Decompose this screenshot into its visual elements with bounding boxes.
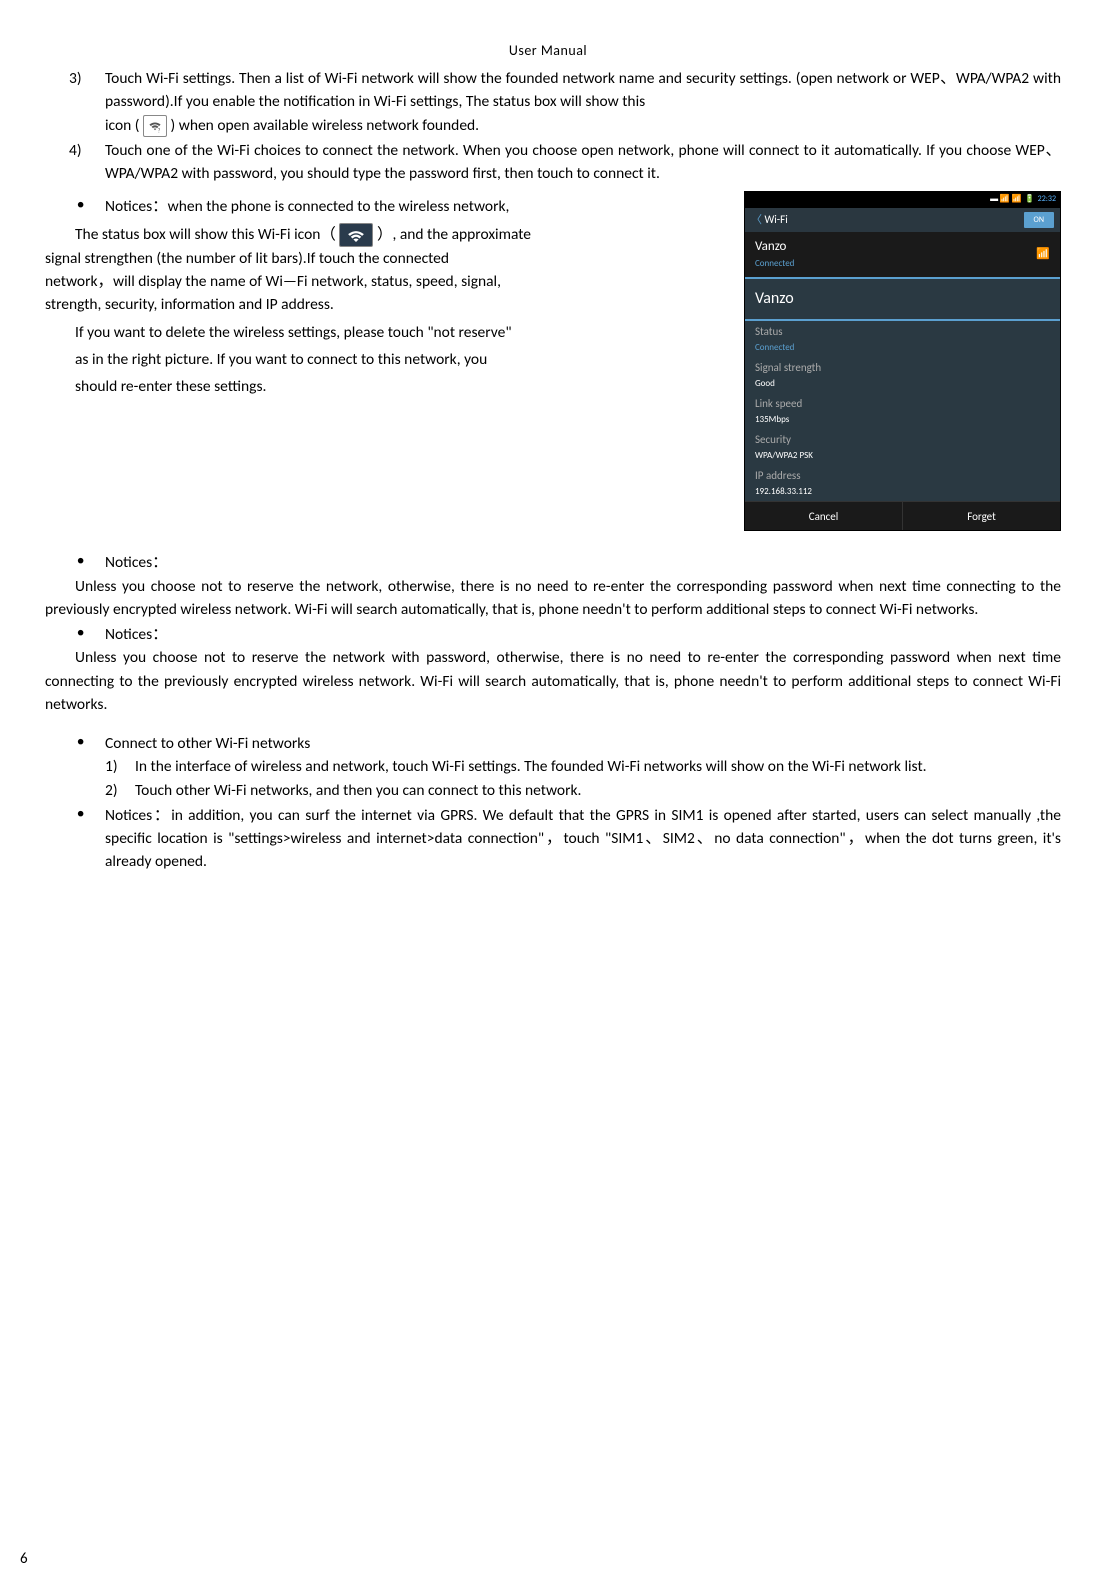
- ss-cancel-button[interactable]: Cancel: [745, 501, 902, 531]
- page-number: 6: [20, 1548, 28, 1571]
- connect-step-2: 2) Touch other Wi-Fi networks, and then …: [105, 779, 1061, 802]
- ss-link-row: Link speed 135Mbps: [745, 393, 1060, 429]
- p2: signal strengthen (the number of lit bar…: [45, 247, 736, 270]
- ss-popup: Vanzo Status Connected Signal strength G…: [745, 277, 1060, 531]
- ss-status-row: Status Connected: [745, 321, 1060, 357]
- svg-text:?: ?: [158, 127, 161, 133]
- signal-icon: ▬ 📶 📶: [990, 193, 1022, 207]
- step-3-cont: icon ( ? ) when open available wireless …: [105, 114, 1061, 137]
- connect-step-1: 1) In the interface of wireless and netw…: [105, 755, 1061, 778]
- ss-network-row[interactable]: Vanzo Connected 📶: [745, 232, 1060, 275]
- step-num: 4): [69, 139, 105, 186]
- ss-security-row: Security WPA/WPA2 PSK: [745, 429, 1060, 465]
- notice-3-bullet: ● Notices：: [77, 623, 1061, 646]
- wifi-open-icon: ?: [143, 115, 167, 137]
- p6: as in the right picture. If you want to …: [75, 348, 736, 371]
- step-text: Touch one of the Wi-Fi choices to connec…: [105, 139, 1061, 186]
- p7: should re-enter these settings.: [75, 375, 736, 398]
- ss-status-bar: ▬ 📶 📶 🔋 22:32: [745, 192, 1060, 208]
- p5: If you want to delete the wireless setti…: [75, 321, 736, 344]
- ss-time: 22:32: [1038, 193, 1056, 207]
- notice-1: ● Notices：when the phone is connected to…: [77, 195, 736, 218]
- step-text: Touch Wi-Fi settings. Then a list of Wi-…: [105, 67, 1061, 114]
- p3: network，will display the name of Wi—Fi n…: [45, 270, 736, 293]
- ss-wifi-header: 〈 Wi-Fi ON: [745, 208, 1060, 232]
- wifi-signal-icon: 📶: [1036, 246, 1050, 263]
- step-num: 3): [69, 67, 105, 114]
- ss-popup-title: Vanzo: [745, 277, 1060, 321]
- phone-screenshot: ▬ 📶 📶 🔋 22:32 〈 Wi-Fi ON Vanzo Connected…: [744, 191, 1061, 531]
- notice-4-bullet: ● Notices：in addition, you can surf the …: [77, 804, 1061, 874]
- bullet-icon: ●: [77, 195, 105, 218]
- ss-forget-button[interactable]: Forget: [902, 501, 1060, 531]
- ss-ip-row: IP address 192.168.33.112: [745, 465, 1060, 501]
- notice-3-text: Unless you choose not to reserve the net…: [45, 646, 1061, 716]
- notice-2-text: Unless you choose not to reserve the net…: [45, 575, 1061, 622]
- ss-signal-row: Signal strength Good: [745, 357, 1060, 393]
- step-3: 3) Touch Wi-Fi settings. Then a list of …: [69, 67, 1061, 114]
- wifi-connected-icon: [339, 223, 373, 247]
- bullet-icon: ●: [77, 551, 105, 574]
- ss-buttons: Cancel Forget: [745, 501, 1060, 531]
- notice-2-bullet: ● Notices：: [77, 551, 1061, 574]
- notice-1-body: The status box will show this Wi-Fi icon…: [75, 223, 736, 247]
- bullet-icon: ●: [77, 732, 105, 755]
- ss-on-toggle[interactable]: ON: [1024, 212, 1054, 228]
- page-header: User Manual: [35, 40, 1061, 61]
- p4: strength, security, information and IP a…: [45, 293, 736, 316]
- bullet-icon: ●: [77, 623, 105, 646]
- bullet-icon: ●: [77, 804, 105, 874]
- connect-other-bullet: ● Connect to other Wi-Fi networks: [77, 732, 1061, 755]
- step-4: 4) Touch one of the Wi-Fi choices to con…: [69, 139, 1061, 186]
